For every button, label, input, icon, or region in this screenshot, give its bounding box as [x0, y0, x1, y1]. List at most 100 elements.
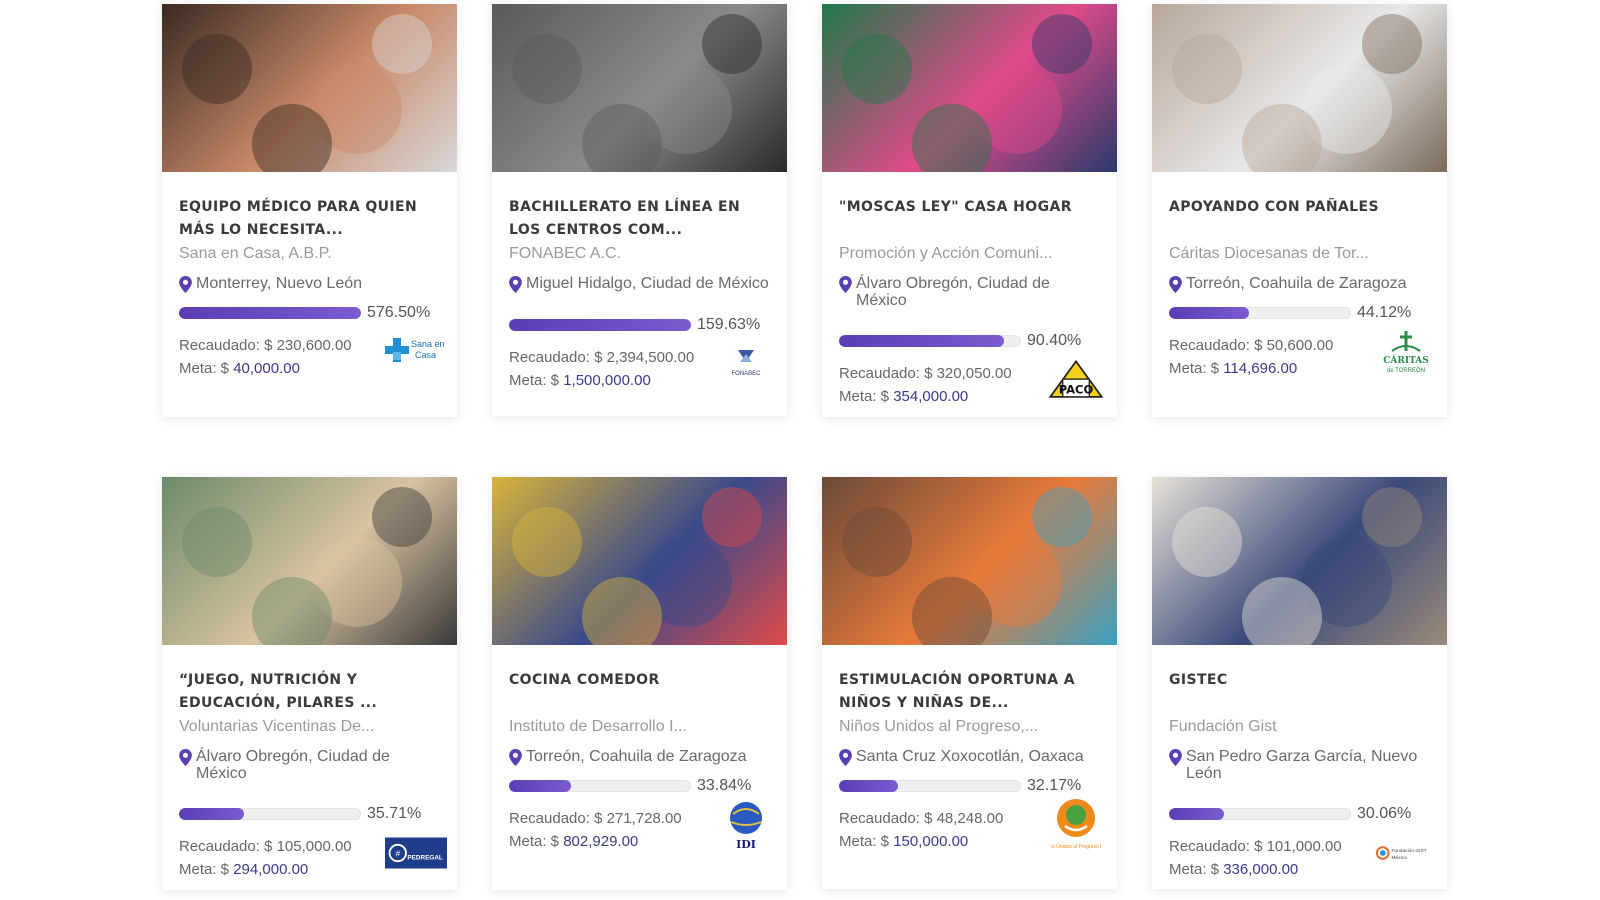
project-location: San Pedro Garza García, Nuevo León	[1169, 748, 1430, 782]
organization-name: Cáritas Diocesanas de Tor...	[1169, 245, 1369, 262]
goal-label: Meta: $	[179, 861, 234, 878]
project-card-7[interactable]: ESTIMULACIÓN OPORTUNA A NIÑOS Y NIÑAS DE…	[822, 477, 1117, 889]
paco-house-icon[interactable]: PACO	[1045, 358, 1107, 402]
location-text: San Pedro Garza García, Nuevo León	[1186, 748, 1418, 782]
pedregal-logo-icon[interactable]: # PEDREGAL	[385, 831, 447, 875]
project-card-1[interactable]: EQUIPO MÉDICO PARA QUIEN MÁS LO NECESITA…	[162, 4, 457, 417]
map-pin-icon	[179, 749, 192, 766]
project-location: Monterrey, Nuevo León	[179, 275, 440, 293]
map-pin-icon	[839, 749, 852, 766]
photo-shape	[842, 507, 912, 577]
location-text: Álvaro Obregón, Ciudad de México	[196, 748, 390, 782]
raised-label: Recaudado: $	[839, 810, 937, 827]
progress-bar	[179, 808, 361, 820]
progress-row: 32.17%	[839, 777, 1100, 795]
fonabec-logo-icon[interactable]: FONABEC	[715, 342, 777, 386]
svg-text:Sana en: Sana en	[411, 339, 445, 349]
raised-amount: 48,248.00	[936, 810, 1004, 827]
raised-label: Recaudado: $	[509, 810, 607, 827]
project-photo[interactable]	[162, 4, 457, 172]
location-text: Miguel Hidalgo, Ciudad de México	[526, 275, 769, 292]
photo-shape	[372, 487, 432, 547]
project-title[interactable]: “JUEGO, NUTRICIÓN Y EDUCACIÓN, PILARES .…	[179, 669, 440, 715]
progress-percent: 159.63%	[697, 316, 761, 333]
project-title[interactable]: APOYANDO CON PAÑALES	[1169, 196, 1430, 242]
project-photo[interactable]	[492, 4, 787, 172]
map-pin-icon	[1169, 749, 1182, 766]
progress-fill	[839, 780, 898, 792]
progress-row: 44.12%	[1169, 304, 1430, 322]
goal-label: Meta: $	[509, 372, 564, 389]
progress-percent: 90.40%	[1027, 332, 1082, 349]
project-title[interactable]: ESTIMULACIÓN OPORTUNA A NIÑOS Y NIÑAS DE…	[839, 669, 1100, 715]
raised-amount: 271,728.00	[606, 810, 682, 827]
photo-shape	[1172, 34, 1242, 104]
svg-text:FONABEC: FONABEC	[731, 371, 761, 377]
project-photo[interactable]	[492, 477, 787, 645]
project-card-5[interactable]: “JUEGO, NUTRICIÓN Y EDUCACIÓN, PILARES .…	[162, 477, 457, 890]
progress-bar	[509, 780, 691, 792]
photo-shape	[182, 507, 252, 577]
caritas-cross-icon[interactable]: CÁRITAS de TORREÓN	[1375, 330, 1437, 374]
project-card-6[interactable]: COCINA COMEDOR Instituto de Desarrollo I…	[492, 477, 787, 890]
project-title[interactable]: COCINA COMEDOR	[509, 669, 770, 715]
progress-percent: 32.17%	[1027, 777, 1082, 794]
project-photo[interactable]	[1152, 477, 1447, 645]
photo-shape	[842, 34, 912, 104]
card-body: APOYANDO CON PAÑALES Cáritas Diocesanas …	[1152, 172, 1447, 380]
card-body: ESTIMULACIÓN OPORTUNA A NIÑOS Y NIÑAS DE…	[822, 645, 1117, 853]
project-card-4[interactable]: APOYANDO CON PAÑALES Cáritas Diocesanas …	[1152, 4, 1447, 417]
idi-globe-icon[interactable]: IDI	[715, 802, 777, 851]
project-photo[interactable]	[822, 477, 1117, 645]
tree-hands-icon[interactable]: Niños Unidos al Progreso B.C.	[1045, 799, 1107, 850]
card-body: “JUEGO, NUTRICIÓN Y EDUCACIÓN, PILARES .…	[162, 645, 457, 881]
card-body: "MOSCAS LEY" CASA HOGAR Promoción y Acci…	[822, 172, 1117, 408]
progress-percent: 30.06%	[1357, 805, 1412, 822]
goal-label: Meta: $	[839, 833, 894, 850]
project-title[interactable]: GISTEC	[1169, 669, 1430, 715]
organization-name: Promoción y Acción Comuni...	[839, 245, 1053, 262]
organization-name: Fundación Gist	[1169, 718, 1277, 735]
progress-percent: 35.71%	[367, 805, 422, 822]
goal-amount: 802,929.00	[563, 833, 639, 850]
goal-amount: 150,000.00	[893, 833, 969, 850]
map-pin-icon	[1169, 276, 1182, 293]
goal-amount: 40,000.00	[233, 360, 300, 377]
raised-amount: 105,000.00	[276, 838, 352, 855]
project-card-8[interactable]: GISTEC Fundación Gist San Pedro Garza Ga…	[1152, 477, 1447, 889]
project-location: Miguel Hidalgo, Ciudad de México	[509, 275, 770, 293]
card-body: COCINA COMEDOR Instituto de Desarrollo I…	[492, 645, 787, 853]
project-card-3[interactable]: "MOSCAS LEY" CASA HOGAR Promoción y Acci…	[822, 4, 1117, 417]
location-text: Santa Cruz Xoxocotlán, Oaxaca	[856, 748, 1084, 765]
organization-name: Sana en Casa, A.B.P.	[179, 245, 332, 262]
photo-shape	[182, 34, 252, 104]
project-photo[interactable]	[162, 477, 457, 645]
project-photo[interactable]	[822, 4, 1117, 172]
medical-cross-icon[interactable]: Sana en Casa	[385, 330, 447, 374]
project-location: Torreón, Coahuila de Zaragoza	[509, 748, 770, 766]
photo-shape	[372, 14, 432, 74]
project-title[interactable]: BACHILLERATO EN LÍNEA EN LOS CENTROS COM…	[509, 196, 770, 242]
photo-shape	[1362, 14, 1422, 74]
location-text: Torreón, Coahuila de Zaragoza	[526, 748, 747, 765]
raised-amount: 50,600.00	[1266, 337, 1334, 354]
photo-shape	[702, 487, 762, 547]
goal-amount: 1,500,000.00	[563, 372, 651, 389]
organization-name: Voluntarias Vicentinas De...	[179, 718, 375, 735]
svg-text:PEDREGAL: PEDREGAL	[407, 854, 443, 861]
progress-row: 159.63%	[509, 316, 770, 334]
svg-text:IDI: IDI	[736, 838, 756, 851]
goal-amount: 354,000.00	[893, 388, 969, 405]
gist-swirl-icon[interactable]: Fundación GIST México	[1375, 831, 1437, 875]
goal-label: Meta: $	[509, 833, 564, 850]
raised-label: Recaudado: $	[1169, 337, 1267, 354]
project-title[interactable]: EQUIPO MÉDICO PARA QUIEN MÁS LO NECESITA…	[179, 196, 440, 242]
project-card-2[interactable]: BACHILLERATO EN LÍNEA EN LOS CENTROS COM…	[492, 4, 787, 416]
progress-percent: 33.84%	[697, 777, 752, 794]
card-body: BACHILLERATO EN LÍNEA EN LOS CENTROS COM…	[492, 172, 787, 392]
project-title[interactable]: "MOSCAS LEY" CASA HOGAR	[839, 196, 1100, 242]
photo-shape	[702, 14, 762, 74]
location-text: Torreón, Coahuila de Zaragoza	[1186, 275, 1407, 292]
project-photo[interactable]	[1152, 4, 1447, 172]
progress-bar	[1169, 808, 1351, 820]
